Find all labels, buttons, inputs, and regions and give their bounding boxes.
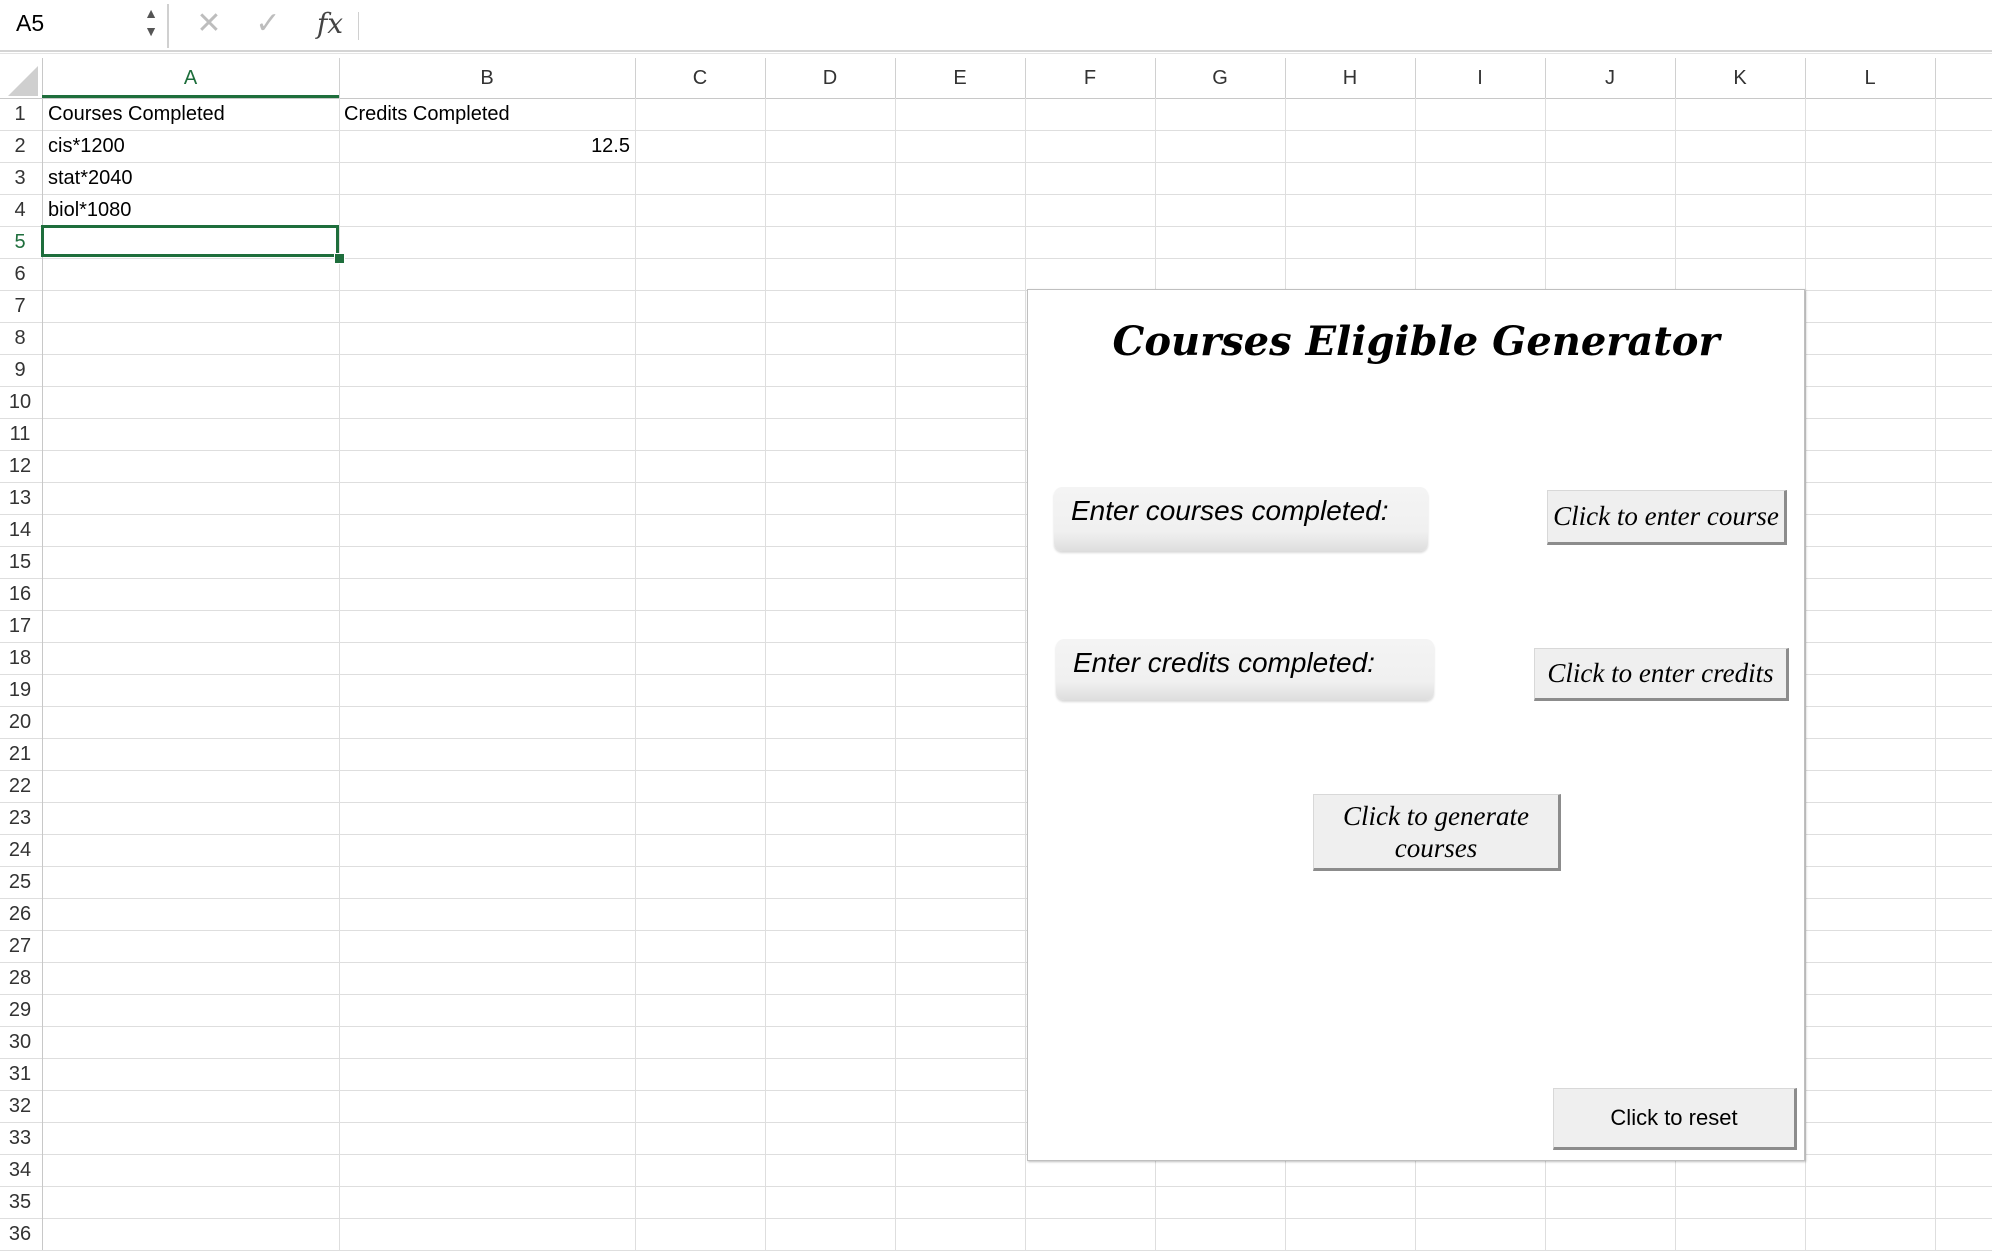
- row-header-15[interactable]: 15: [0, 546, 40, 578]
- cancel-icon[interactable]: ✕: [192, 4, 226, 44]
- row-header-6[interactable]: 6: [0, 258, 40, 290]
- row-header-3[interactable]: 3: [0, 162, 40, 194]
- up-down-arrows-icon[interactable]: ▲ ▼: [142, 4, 160, 44]
- courses-label: Enter courses completed:: [1071, 495, 1389, 526]
- cell-a3[interactable]: stat*2040: [48, 167, 133, 190]
- row-header-21[interactable]: 21: [0, 738, 40, 770]
- courses-label-box: Enter courses completed:: [1054, 487, 1428, 551]
- row-header-2[interactable]: 2: [0, 130, 40, 162]
- row-header-32[interactable]: 32: [0, 1090, 40, 1122]
- name-box[interactable]: A5 ▲ ▼: [0, 0, 165, 48]
- column-header-i[interactable]: I: [1415, 58, 1545, 98]
- generate-button-label-line2: courses: [1394, 833, 1478, 863]
- credits-label: Enter credits completed:: [1073, 647, 1375, 678]
- column-a-selected-indicator: [42, 95, 339, 98]
- divider: [0, 53, 1992, 54]
- row-header-30[interactable]: 30: [0, 1026, 40, 1058]
- panel-title: Courses Eligible Generator: [1112, 318, 1720, 365]
- row-header-16[interactable]: 16: [0, 578, 40, 610]
- row-header-24[interactable]: 24: [0, 834, 40, 866]
- cell-a2[interactable]: cis*1200: [48, 135, 125, 158]
- column-header-f[interactable]: F: [1025, 58, 1155, 98]
- column-header-e[interactable]: E: [895, 58, 1025, 98]
- name-box-value: A5: [16, 10, 45, 36]
- row-header-14[interactable]: 14: [0, 514, 40, 546]
- divider: [167, 4, 169, 48]
- row-header-29[interactable]: 29: [0, 994, 40, 1026]
- row-header-18[interactable]: 18: [0, 642, 40, 674]
- enter-credits-button[interactable]: Click to enter credits: [1534, 648, 1789, 701]
- row-header-19[interactable]: 19: [0, 674, 40, 706]
- row-header-25[interactable]: 25: [0, 866, 40, 898]
- row-header-23[interactable]: 23: [0, 802, 40, 834]
- row-header-9[interactable]: 9: [0, 354, 40, 386]
- divider: [0, 50, 1992, 52]
- row-header-28[interactable]: 28: [0, 962, 40, 994]
- enter-course-button[interactable]: Click to enter course: [1547, 490, 1787, 545]
- row-header-12[interactable]: 12: [0, 450, 40, 482]
- course-generator-panel: Courses Eligible Generator Enter courses…: [1027, 289, 1805, 1161]
- row-header-35[interactable]: 35: [0, 1186, 40, 1218]
- row-header-34[interactable]: 34: [0, 1154, 40, 1186]
- function-icon[interactable]: fx: [310, 4, 350, 44]
- select-all-corner[interactable]: [8, 66, 38, 96]
- row-header-22[interactable]: 22: [0, 770, 40, 802]
- generate-button-label-line1: Click to generate: [1343, 801, 1529, 831]
- row-header-36[interactable]: 36: [0, 1218, 40, 1250]
- reset-button[interactable]: Click to reset: [1553, 1088, 1797, 1150]
- column-header-d[interactable]: D: [765, 58, 895, 98]
- formula-input[interactable]: [370, 8, 1970, 42]
- row-header-7[interactable]: 7: [0, 290, 40, 322]
- row-header-27[interactable]: 27: [0, 930, 40, 962]
- row-header-5[interactable]: 5: [0, 226, 40, 258]
- column-header-g[interactable]: G: [1155, 58, 1285, 98]
- row-header-8[interactable]: 8: [0, 322, 40, 354]
- check-icon[interactable]: ✓: [250, 4, 286, 44]
- row-header-26[interactable]: 26: [0, 898, 40, 930]
- active-cell-a5[interactable]: [41, 225, 339, 257]
- generate-courses-button[interactable]: Click to generate courses: [1313, 794, 1561, 871]
- column-header-c[interactable]: C: [635, 58, 765, 98]
- row-header-10[interactable]: 10: [0, 386, 40, 418]
- divider: [358, 12, 359, 40]
- column-header-j[interactable]: J: [1545, 58, 1675, 98]
- row-header-20[interactable]: 20: [0, 706, 40, 738]
- credits-label-box: Enter credits completed:: [1056, 639, 1434, 700]
- column-header-h[interactable]: H: [1285, 58, 1415, 98]
- row-header-4[interactable]: 4: [0, 194, 40, 226]
- column-header-b[interactable]: B: [339, 58, 635, 98]
- column-header-l[interactable]: L: [1805, 58, 1935, 98]
- column-header-a[interactable]: A: [42, 58, 339, 98]
- row-header-1[interactable]: 1: [0, 98, 40, 130]
- cell-a4[interactable]: biol*1080: [48, 199, 131, 222]
- formula-bar: A5 ▲ ▼ ✕ ✓ fx: [0, 0, 1992, 50]
- row-header-13[interactable]: 13: [0, 482, 40, 514]
- cell-a1[interactable]: Courses Completed: [48, 103, 225, 126]
- row-header-31[interactable]: 31: [0, 1058, 40, 1090]
- cell-b2[interactable]: 12.5: [340, 135, 630, 158]
- fill-handle[interactable]: [334, 253, 345, 264]
- row-header-17[interactable]: 17: [0, 610, 40, 642]
- column-header-k[interactable]: K: [1675, 58, 1805, 98]
- row-header-11[interactable]: 11: [0, 418, 40, 450]
- row-header-33[interactable]: 33: [0, 1122, 40, 1154]
- cell-b1[interactable]: Credits Completed: [344, 103, 510, 126]
